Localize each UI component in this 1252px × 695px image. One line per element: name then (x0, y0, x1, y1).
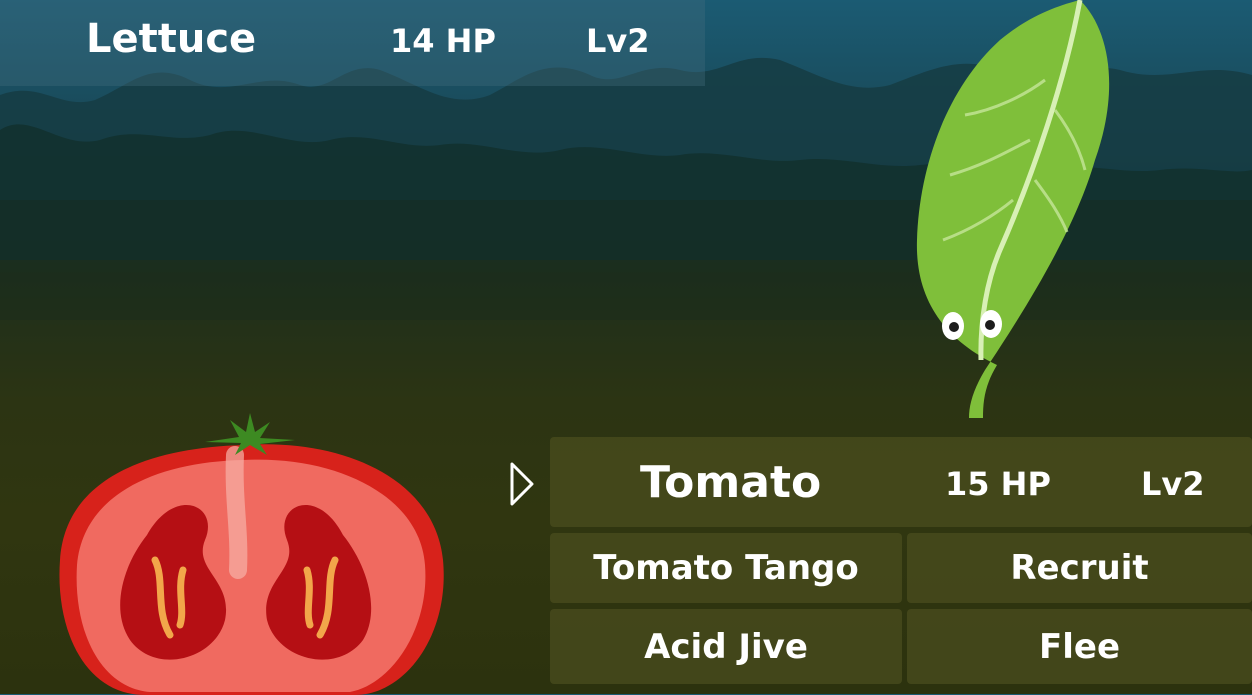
tomato-sprite (59, 413, 444, 695)
player-name: Tomato (640, 457, 822, 508)
move-button-flee[interactable]: Flee (907, 609, 1252, 684)
enemy-hp: 14 HP (390, 22, 496, 60)
player-hp: 15 HP (945, 465, 1051, 503)
triangle-pointer-icon (510, 462, 534, 506)
move-button-tomato-tango[interactable]: Tomato Tango (550, 533, 902, 603)
lettuce-sprite (916, 0, 1110, 418)
enemy-level: Lv2 (586, 22, 650, 60)
player-status-panel: Tomato 15 HP Lv2 (550, 437, 1252, 527)
move-button-acid-jive[interactable]: Acid Jive (550, 609, 902, 684)
move-button-recruit[interactable]: Recruit (907, 533, 1252, 603)
enemy-name: Lettuce (86, 16, 257, 62)
player-level: Lv2 (1141, 465, 1205, 503)
enemy-status-bar: Lettuce 14 HP Lv2 (0, 0, 705, 86)
